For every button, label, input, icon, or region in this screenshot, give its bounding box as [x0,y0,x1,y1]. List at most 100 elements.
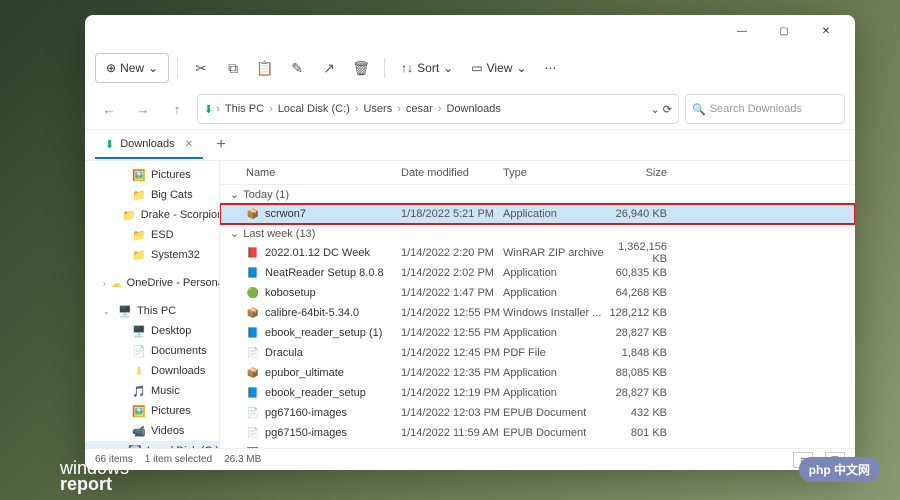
sidebar-item[interactable]: 📄Documents [85,341,219,361]
sidebar-item-label: System32 [151,249,200,261]
sidebar-item-label: Pictures [151,169,191,181]
file-row[interactable]: 📦epubor_ultimate1/14/2022 12:35 PMApplic… [220,363,855,383]
sidebar-item[interactable]: 📁Big Cats [85,185,219,205]
file-row[interactable]: 📘ebook_reader_setup1/14/2022 12:19 PMApp… [220,383,855,403]
file-group[interactable]: ⌄Last week (13) [220,224,855,243]
file-icon: 📘 [246,266,260,280]
folder-icon: 🖼️ [132,404,146,418]
explorer-window: — ▢ ✕ ⊕ New ⌄ ✂ ⧉ 📋 ✎ ↗ 🗑 ↑↓ Sort ⌄ ▭ Vi… [85,15,855,470]
file-row[interactable]: 📘ebook_reader_setup (1)1/14/2022 12:55 P… [220,323,855,343]
tab-downloads[interactable]: ⬇ Downloads ✕ [95,131,203,159]
sidebar-item[interactable]: 📁Drake - Scorpion (320) [85,205,219,225]
up-button[interactable]: ↑ [163,95,191,123]
file-size: 60,835 KB [605,267,675,279]
file-size: 88,085 KB [605,367,675,379]
file-icon: 🟢 [246,286,260,300]
download-icon: ⬇ [204,103,213,116]
tab-close-icon[interactable]: ✕ [185,139,193,150]
file-type: EPUB Document [503,427,605,439]
file-date: 1/14/2022 1:47 PM [401,287,503,299]
body: 🖼️Pictures📁Big Cats📁Drake - Scorpion (32… [85,161,855,448]
file-icon: 📘 [246,386,260,400]
file-icon: 📦 [246,306,260,320]
file-name: epubor_ultimate [265,367,344,379]
minimize-button[interactable]: — [721,17,763,45]
file-name: ebook_reader_setup [265,387,366,399]
back-button[interactable]: ← [95,95,123,123]
rename-icon[interactable]: ✎ [282,53,312,83]
sidebar-item[interactable]: 🖼️Pictures [85,165,219,185]
sidebar-item[interactable]: 🖥️Desktop [85,321,219,341]
sidebar-item[interactable]: 📁ESD [85,225,219,245]
col-name[interactable]: Name [246,167,401,179]
file-name: calibre-64bit-5.34.0 [265,307,359,319]
sidebar-item-label: OneDrive - Personal [127,277,219,289]
copy-icon[interactable]: ⧉ [218,53,248,83]
sidebar-item[interactable]: ›☁OneDrive - Personal [85,273,219,293]
file-group[interactable]: ⌄Today (1) [220,185,855,204]
more-button[interactable]: ⋯ [536,53,564,83]
file-date: 1/14/2022 11:59 AM [401,427,503,439]
breadcrumb[interactable]: cesar [404,103,435,115]
file-row[interactable]: 🟢kobosetup1/14/2022 1:47 PMApplication64… [220,283,855,303]
breadcrumb[interactable]: Local Disk (C:) [276,103,352,115]
breadcrumb[interactable]: Downloads [444,103,502,115]
forward-button[interactable]: → [129,95,157,123]
file-name: NeatReader Setup 8.0.8 [265,267,384,279]
chevron-down-icon[interactable]: ⌄ [651,103,660,116]
file-row[interactable]: 📄Dracula1/14/2022 12:45 PMPDF File1,848 … [220,343,855,363]
file-row[interactable]: 📄pg67160-images1/14/2022 12:03 PMEPUB Do… [220,403,855,423]
file-row[interactable]: 📦calibre-64bit-5.34.01/14/2022 12:55 PMW… [220,303,855,323]
close-button[interactable]: ✕ [805,17,847,45]
col-date[interactable]: Date modified [401,167,503,179]
col-type[interactable]: Type [503,167,605,179]
chevron-right-icon: › [355,103,359,115]
file-name: ebook_reader_setup (1) [265,327,382,339]
maximize-button[interactable]: ▢ [763,17,805,45]
file-row[interactable]: 📕2022.01.12 DC Week1/14/2022 2:20 PMWinR… [220,243,855,263]
file-type: Windows Installer ... [503,307,605,319]
folder-icon: 🖥️ [132,324,146,338]
sidebar-item[interactable]: ⌄🖥️This PC [85,301,219,321]
chevron-right-icon: › [269,103,273,115]
new-button[interactable]: ⊕ New ⌄ [95,53,169,83]
file-date: 1/14/2022 12:45 PM [401,347,503,359]
file-type: Application [503,327,605,339]
file-list: ⌄Today (1)📦scrwon71/18/2022 5:21 PMAppli… [220,185,855,448]
breadcrumb[interactable]: This PC [223,103,266,115]
refresh-button[interactable]: ⟳ [663,103,672,116]
address-bar[interactable]: ⬇ › This PC › Local Disk (C:) › Users › … [197,94,679,124]
sidebar-item[interactable]: 📁System32 [85,245,219,265]
file-icon: 📄 [246,406,260,420]
sidebar-item[interactable]: 📹Videos [85,421,219,441]
chevron-down-icon: ⌄ [230,188,239,201]
folder-icon: 📁 [132,188,146,202]
file-name: pg67160-images [265,407,347,419]
chevron-down-icon: ⌄ [443,61,453,75]
divider [384,58,385,78]
col-size[interactable]: Size [605,167,675,179]
view-button[interactable]: ▭ View ⌄ [463,53,534,83]
breadcrumb[interactable]: Users [361,103,394,115]
chevron-icon: › [103,279,106,288]
file-row[interactable]: 📦scrwon71/18/2022 5:21 PMApplication26,9… [220,204,855,224]
search-input[interactable]: 🔍 Search Downloads [685,94,845,124]
file-date: 1/14/2022 12:03 PM [401,407,503,419]
add-tab-button[interactable]: + [209,133,233,157]
sidebar-item[interactable]: ›💽Local Disk (C:) [85,441,219,448]
paste-icon[interactable]: 📋 [250,53,280,83]
sidebar-item-label: Music [151,385,180,397]
sidebar-item[interactable]: ⬇Downloads [85,361,219,381]
sort-button[interactable]: ↑↓ Sort ⌄ [393,53,461,83]
cut-icon[interactable]: ✂ [186,53,216,83]
chevron-right-icon: › [438,103,442,115]
file-type: Application [503,208,605,220]
delete-icon[interactable]: 🗑 [346,53,376,83]
file-row[interactable]: 📘NeatReader Setup 8.0.81/14/2022 2:02 PM… [220,263,855,283]
share-icon[interactable]: ↗ [314,53,344,83]
file-row[interactable]: 📄pg67150-images1/14/2022 11:59 AMEPUB Do… [220,423,855,443]
file-icon: 📘 [246,326,260,340]
sidebar-item[interactable]: 🎵Music [85,381,219,401]
view-icon: ▭ [471,61,482,75]
sidebar-item[interactable]: 🖼️Pictures [85,401,219,421]
